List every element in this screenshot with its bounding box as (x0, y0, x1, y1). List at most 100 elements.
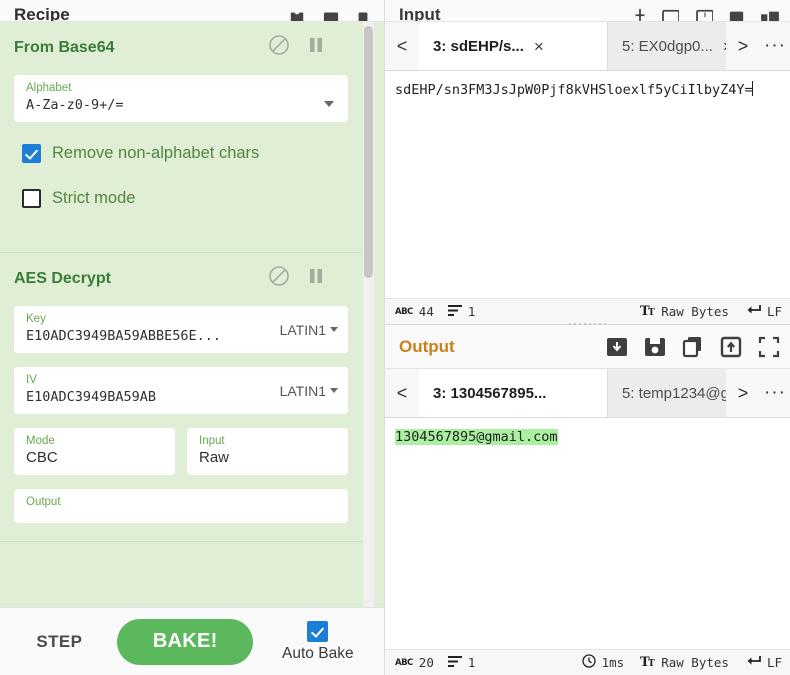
arg-value-key[interactable]: E10ADC3949BA59ABBE56E... (26, 326, 262, 346)
arg-value-iv[interactable]: E10ADC3949BA59AB (26, 387, 262, 407)
pause-icon[interactable] (308, 35, 324, 60)
output-tab-5[interactable]: 5: temp1234@g... (608, 369, 726, 417)
output-tab-menu-button[interactable]: ··· (760, 369, 790, 417)
close-icon[interactable]: × (534, 38, 544, 55)
arg-mode[interactable]: Mode CBC (14, 428, 175, 475)
load-recipe-icon[interactable] (322, 9, 340, 21)
operation-header-icons (268, 34, 348, 61)
checkbox-label: Remove non-alphabet chars (52, 144, 260, 162)
output-pane: Output < 3: 1304567895... 5: temp1234@ >… (385, 325, 790, 675)
output-next-tab-button[interactable]: > (726, 369, 760, 417)
input-tab-3[interactable]: 3: sdEHP/s... × (419, 22, 608, 70)
cyberchef-app: Recipe From Base64 Alphabet A-Za-z0-9+/=… (0, 0, 790, 675)
operation-title: AES Decrypt (14, 269, 111, 287)
reset-layout-icon[interactable] (760, 9, 780, 21)
input-tabs: 3: sdEHP/s... × 5: EX0dgp0... × (419, 22, 726, 70)
auto-bake-toggle[interactable]: Auto Bake (282, 620, 354, 663)
clear-io-icon[interactable] (729, 9, 744, 21)
checkbox-box[interactable] (22, 144, 41, 163)
arg-value-mode: CBC (26, 449, 58, 466)
copy-icon[interactable] (682, 336, 704, 358)
output-bake-time-value: 1ms (601, 655, 625, 670)
chevron-down-icon[interactable] (324, 101, 334, 107)
operation-header: AES Decrypt (14, 265, 348, 292)
io-splitter[interactable] (385, 320, 790, 328)
recipe-operation-from-base64[interactable]: From Base64 Alphabet A-Za-z0-9+/= Remove… (0, 22, 362, 253)
output-lines-value: 1 (467, 655, 476, 670)
save-recipe-icon[interactable] (288, 9, 306, 21)
arg-value-alphabet: A-Za-z0-9+/= (26, 97, 124, 113)
pause-icon[interactable] (308, 266, 324, 291)
iv-encoding-dropdown[interactable]: LATIN1 (280, 383, 338, 399)
disable-icon[interactable] (268, 34, 290, 61)
input-tab-5[interactable]: 5: EX0dgp0... × (608, 22, 726, 70)
input-prev-tab-button[interactable]: < (385, 22, 419, 70)
chevron-down-icon (330, 388, 338, 393)
open-folder-icon[interactable] (661, 9, 679, 21)
arg-value-input-format: Raw (199, 449, 230, 466)
output-text-value: 1304567895@gmail.com (395, 429, 558, 445)
io-column: Input < 3: sdEHP/s... × 5: EX0dgp0... > … (385, 0, 790, 675)
output-tab-3[interactable]: 3: 1304567895... (419, 369, 608, 417)
recipe-operations-scroll[interactable]: From Base64 Alphabet A-Za-z0-9+/= Remove… (0, 22, 384, 607)
maximise-icon[interactable] (758, 336, 780, 358)
recipe-pane: Recipe From Base64 Alphabet A-Za-z0-9+/=… (0, 0, 385, 675)
disable-icon[interactable] (268, 265, 290, 292)
recipe-operation-aes-decrypt[interactable]: AES Decrypt Key E10ADC3949BA59ABBE56E...… (0, 253, 362, 542)
output-line-ending[interactable]: LF (745, 655, 782, 670)
checkbox-strict-mode[interactable]: Strict mode (22, 189, 348, 208)
arg-alphabet[interactable]: Alphabet A-Za-z0-9+/= (14, 75, 348, 122)
arg-input-format[interactable]: Input Raw (187, 428, 348, 475)
checkbox-box[interactable] (22, 189, 41, 208)
input-char-encoding-value: Raw Bytes (661, 304, 729, 319)
input-header-icons (635, 9, 780, 21)
output-status-bar: ABC 20 1 1ms T T Raw Bytes LF (385, 649, 790, 675)
clear-recipe-icon[interactable] (356, 9, 374, 21)
checkbox-remove-non-alphabet-chars[interactable]: Remove non-alphabet chars (22, 144, 348, 163)
input-line-ending[interactable]: LF (745, 304, 782, 319)
output-char-encoding[interactable]: TT Raw Bytes (640, 655, 729, 671)
operation-title: From Base64 (14, 38, 115, 56)
output-bake-time: 1ms (581, 654, 625, 671)
abc-icon: ABC (395, 657, 413, 668)
input-char-encoding[interactable]: TT Raw Bytes (640, 304, 729, 320)
output-lines: 1 (447, 655, 476, 670)
replace-input-icon[interactable] (720, 336, 742, 358)
save-icon[interactable] (644, 336, 666, 358)
output-textarea[interactable]: 1304567895@gmail.com (385, 418, 790, 649)
arg-output-format[interactable]: Output (14, 489, 348, 523)
output-tab-bar: < 3: 1304567895... 5: temp1234@g... > ··… (385, 369, 790, 418)
auto-bake-checkbox[interactable] (307, 620, 329, 642)
output-length: ABC 20 (395, 655, 434, 670)
svg-text:T: T (648, 308, 655, 317)
arg-iv[interactable]: IV E10ADC3949BA59AB LATIN1 (14, 367, 348, 414)
save-to-input-icon[interactable] (606, 336, 628, 358)
arg-label-mode: Mode (26, 435, 55, 447)
arg-label-iv: IV (26, 374, 37, 386)
enter-icon (745, 655, 761, 670)
input-text-value: sdEHP/sn3FM3JsJpW0Pjf8kVHSloexlf5yCiIlby… (395, 82, 753, 98)
step-button[interactable]: STEP (30, 631, 88, 653)
output-line-ending-value: LF (766, 655, 782, 670)
arg-row-mode-input: Mode CBC Input Raw (14, 428, 348, 475)
input-tab-label: 5: EX0dgp0... (622, 37, 713, 55)
output-title-bar: Output (385, 325, 790, 369)
add-tab-icon[interactable] (635, 9, 645, 21)
input-lines-value: 1 (467, 304, 476, 319)
input-textarea[interactable]: sdEHP/sn3FM3JsJpW0Pjf8kVHSloexlf5yCiIlby… (385, 71, 790, 298)
recipe-controls-bar: STEP BAKE! Auto Bake (0, 607, 384, 675)
input-pane: Input < 3: sdEHP/s... × 5: EX0dgp0... > … (385, 0, 790, 325)
input-next-tab-button[interactable]: > (726, 22, 760, 70)
recipe-operations-list: From Base64 Alphabet A-Za-z0-9+/= Remove… (0, 22, 362, 542)
recipe-scrollbar[interactable] (363, 22, 374, 607)
arg-key[interactable]: Key E10ADC3949BA59ABBE56E... LATIN1 (14, 306, 348, 353)
recipe-scrollbar-thumb[interactable] (364, 26, 373, 278)
output-prev-tab-button[interactable]: < (385, 369, 419, 417)
input-tab-menu-button[interactable]: ··· (760, 22, 790, 70)
chevron-down-icon (330, 327, 338, 332)
open-file-icon[interactable] (695, 9, 713, 21)
bake-button[interactable]: BAKE! (117, 618, 254, 665)
output-length-value: 20 (418, 655, 434, 670)
key-encoding-dropdown[interactable]: LATIN1 (280, 322, 338, 338)
input-tab-label: 3: sdEHP/s... (433, 37, 524, 55)
